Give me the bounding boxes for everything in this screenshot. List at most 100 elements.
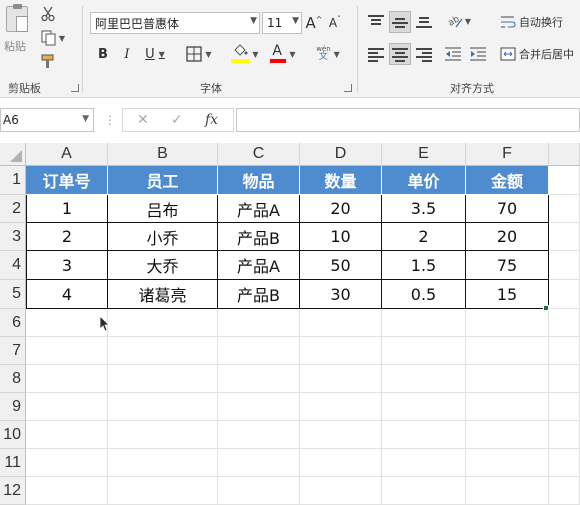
formula-input[interactable] — [236, 108, 580, 132]
cell-b11[interactable] — [108, 449, 218, 477]
cell-c4[interactable]: 产品A — [218, 251, 300, 280]
cell-e3[interactable]: 2 — [382, 223, 466, 251]
increase-font-size-button[interactable]: A ^ — [305, 12, 323, 34]
cell-f4[interactable]: 75 — [466, 251, 549, 280]
cell-e8[interactable] — [382, 365, 466, 393]
cell-f8[interactable] — [466, 365, 549, 393]
cell-f2[interactable]: 70 — [466, 195, 549, 223]
cell-a9[interactable] — [26, 393, 108, 421]
cell-b1[interactable]: 员工 — [108, 166, 218, 195]
format-painter-button[interactable] — [38, 52, 58, 72]
decrease-indent-button[interactable] — [443, 44, 463, 64]
cell-c10[interactable] — [218, 421, 300, 449]
cell-a6[interactable] — [26, 309, 108, 337]
underline-button[interactable]: U ▼ — [140, 44, 170, 64]
column-header-e[interactable]: E — [382, 143, 466, 166]
cell-a5[interactable]: 4 — [26, 280, 108, 309]
clipboard-dialog-launcher[interactable] — [71, 84, 79, 92]
cell-a7[interactable] — [26, 337, 108, 365]
row-header-10[interactable]: 10 — [0, 421, 26, 449]
cell-e2[interactable]: 3.5 — [382, 195, 466, 223]
cell-f1[interactable]: 金额 — [466, 166, 549, 195]
cell-f9[interactable] — [466, 393, 549, 421]
worksheet-grid[interactable]: ABCDEF 1 2 3 4 5 6 7 8 9 10 11 12 订单号 员工 物品 数量 单价 金额 1 吕布产… — [0, 143, 580, 505]
column-header-d[interactable]: D — [300, 143, 382, 166]
merge-center-button[interactable]: 合并后居中 — [500, 43, 580, 65]
cell-e5[interactable]: 0.5 — [382, 280, 466, 309]
cell-c5[interactable]: 产品B — [218, 280, 300, 309]
column-header-stub[interactable] — [549, 143, 580, 166]
name-box[interactable]: A6 ▼ — [0, 108, 94, 132]
cell-d3[interactable]: 10 — [300, 223, 382, 251]
cell-e1[interactable]: 单价 — [382, 166, 466, 195]
cell-a12[interactable] — [26, 477, 108, 505]
align-left-button[interactable] — [366, 44, 386, 64]
font-color-button[interactable]: A ▼ — [266, 42, 300, 66]
cell-a8[interactable] — [26, 365, 108, 393]
align-bottom-button[interactable] — [414, 11, 434, 31]
cell-d11[interactable] — [300, 449, 382, 477]
cell-c3[interactable]: 产品B — [218, 223, 300, 251]
cell-f5[interactable]: 15 — [466, 280, 549, 309]
cell-d4[interactable]: 50 — [300, 251, 382, 280]
cell-b5[interactable]: 诸葛亮 — [108, 280, 218, 309]
decrease-font-size-button[interactable]: Aˇ — [326, 12, 344, 34]
cell-d7[interactable] — [300, 337, 382, 365]
cell-g2[interactable] — [549, 195, 580, 223]
cut-button[interactable] — [38, 4, 58, 24]
font-dialog-launcher[interactable] — [344, 84, 352, 92]
cell-a1[interactable]: 订单号 — [26, 166, 108, 195]
cell-b8[interactable] — [108, 365, 218, 393]
cell-g4[interactable] — [549, 251, 580, 280]
enter-icon[interactable]: ✓ — [171, 112, 183, 128]
cell-e7[interactable] — [382, 337, 466, 365]
cell-b3[interactable]: 小乔 — [108, 223, 218, 251]
cell-c11[interactable] — [218, 449, 300, 477]
cell-e9[interactable] — [382, 393, 466, 421]
row-header-6[interactable]: 6 — [0, 309, 26, 337]
cell-d2[interactable]: 20 — [300, 195, 382, 223]
column-header-a[interactable]: A — [26, 143, 108, 166]
cell-c6[interactable] — [218, 309, 300, 337]
cell-b7[interactable] — [108, 337, 218, 365]
row-header-2[interactable]: 2 — [0, 195, 26, 223]
cell-g8[interactable] — [549, 365, 580, 393]
row-header-9[interactable]: 9 — [0, 393, 26, 421]
cell-d5[interactable]: 30 — [300, 280, 382, 309]
row-header-11[interactable]: 11 — [0, 449, 26, 477]
cell-e6[interactable] — [382, 309, 466, 337]
cell-b2[interactable]: 吕布 — [108, 195, 218, 223]
row-header-1[interactable]: 1 — [0, 166, 26, 195]
insert-function-icon[interactable]: fx — [205, 112, 218, 128]
column-header-b[interactable]: B — [108, 143, 218, 166]
cell-a11[interactable] — [26, 449, 108, 477]
cell-d6[interactable] — [300, 309, 382, 337]
phonetic-guide-button[interactable]: wén 文 ▼ — [310, 42, 346, 66]
cell-c12[interactable] — [218, 477, 300, 505]
cell-b12[interactable] — [108, 477, 218, 505]
cell-d8[interactable] — [300, 365, 382, 393]
cell-g9[interactable] — [549, 393, 580, 421]
cell-c9[interactable] — [218, 393, 300, 421]
cell-e4[interactable]: 1.5 — [382, 251, 466, 280]
align-top-button[interactable] — [366, 11, 386, 31]
row-header-12[interactable]: 12 — [0, 477, 26, 505]
align-right-button[interactable] — [414, 44, 434, 64]
cell-a10[interactable] — [26, 421, 108, 449]
cell-d10[interactable] — [300, 421, 382, 449]
font-size-combo[interactable]: 11 ▼ — [262, 12, 302, 34]
cell-a3[interactable]: 2 — [26, 223, 108, 251]
cell-g6[interactable] — [549, 309, 580, 337]
row-header-8[interactable]: 8 — [0, 365, 26, 393]
cell-g1[interactable] — [549, 166, 580, 195]
cell-f6[interactable] — [466, 309, 549, 337]
cell-d9[interactable] — [300, 393, 382, 421]
italic-button[interactable]: I — [118, 44, 136, 64]
row-header-4[interactable]: 4 — [0, 251, 26, 280]
cell-f7[interactable] — [466, 337, 549, 365]
cell-g10[interactable] — [549, 421, 580, 449]
cell-f12[interactable] — [466, 477, 549, 505]
cell-b4[interactable]: 大乔 — [108, 251, 218, 280]
cell-e12[interactable] — [382, 477, 466, 505]
cell-b9[interactable] — [108, 393, 218, 421]
